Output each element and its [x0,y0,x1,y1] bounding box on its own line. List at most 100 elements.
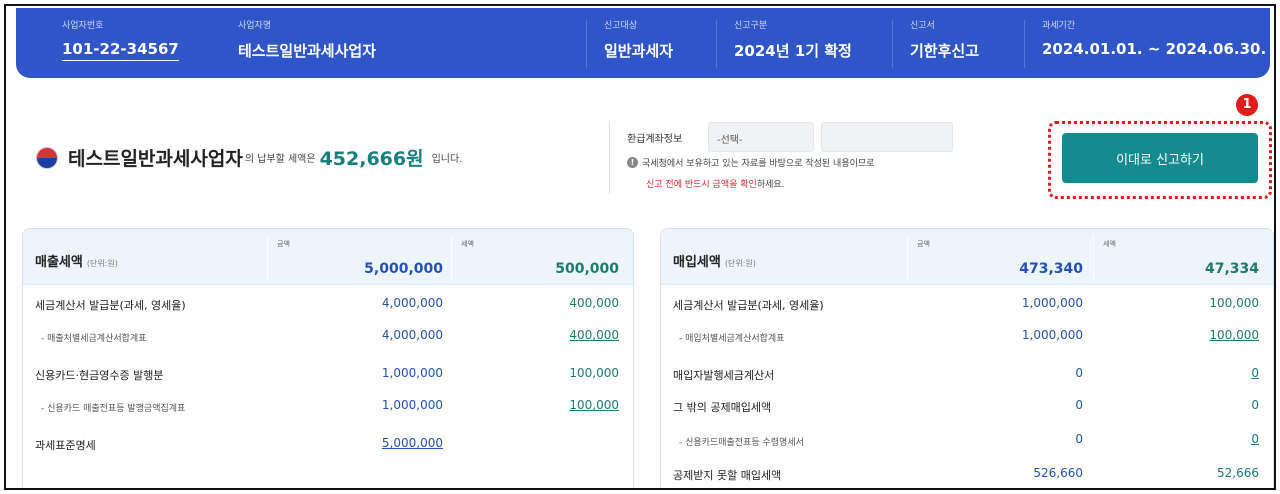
purchase-row-label: 세금계산서 발급분(과세, 영세율) [673,299,824,312]
purchase-row-amount: 1,000,000 [1021,328,1083,342]
notice-line-2: 신고 전에 반드시 금액을 확인하세요. [646,177,785,190]
purchase-row-label: 그 밖의 공제매입세액 [673,401,772,414]
sales-row: 신용카드·현금영수증 발행분 1,000,000 100,000 [23,365,633,385]
sales-row-label: 과세표준명세 [35,439,96,452]
purchase-row-tax: 52,666 [1217,466,1259,480]
purchase-row-tax: 100,000 [1209,296,1259,310]
notice-line-1: ! 국세청에서 보유하고 있는 자료를 바탕으로 작성된 내용이므로 [627,156,874,169]
tax-period-value: 2024.01.01. ~ 2024.06.30. [1042,40,1267,58]
column-divider [267,235,268,279]
purchase-row-tax-link[interactable]: 0 [1251,366,1259,380]
header-report-type: 신고구분 2024년 1기 확정 [734,18,852,61]
bank-select-value: -선택- [717,135,743,146]
report-type-value: 2024년 1기 확정 [734,42,852,60]
sales-row: 세금계산서 발급분(과세, 영세율) 4,000,000 400,000 [23,295,633,315]
summary-tail-text: 입니다. [431,154,463,165]
screenshot-frame: 사업자번호 101-22-34567 사업자명 테스트일반과세사업자 신고대상 … [4,4,1276,490]
sales-row-amount: 1,000,000 [381,398,443,412]
sales-row-tax-link[interactable]: 100,000 [569,398,619,412]
bank-select[interactable]: -선택- [708,122,814,152]
sales-row-label: - 신용카드 매출전표등 발행금액집계표 [41,404,186,414]
column-divider [451,235,452,279]
sales-row-label: - 매출처별세금계산서합계표 [41,334,147,344]
header-report-form: 신고서 기한후신고 [910,18,979,61]
purchase-row: 매입자발행세금계산서 0 0 [661,365,1273,385]
header-divider [716,20,717,68]
purchase-panel-header: 매입세액 (단위:원) 금액 473,340 세액 47,334 [661,229,1273,285]
submit-report-button[interactable]: 이대로 신고하기 [1062,133,1258,183]
sales-row: - 신용카드 매출전표등 발행금액집계표 1,000,000 100,000 [23,397,633,417]
header-tax-period: 과세기간 2024.01.01. ~ 2024.06.30. [1042,18,1266,58]
purchase-title: 매입세액 [673,255,721,270]
purchase-row-amount: 1,000,000 [1021,296,1083,310]
sales-unit: (단위:원) [86,259,118,268]
purchase-row-tax-link[interactable]: 100,000 [1209,328,1259,342]
purchase-row: 그 밖의 공제매입세액 0 0 [661,397,1273,417]
sales-tax-panel: 매출세액 (단위:원) 금액 5,000,000 세액 500,000 세금계산서… [22,228,634,488]
sales-row-tax: 400,000 [569,296,619,310]
sales-amount-header: 금액 [277,240,290,248]
report-info-header: 사업자번호 101-22-34567 사업자명 테스트일반과세사업자 신고대상 … [16,8,1270,78]
purchase-row: - 신용카드매출전표등 수령명세서 0 0 [661,431,1273,451]
sales-title: 매출세액 [35,255,83,270]
purchase-row-label: 공제받지 못할 매입세액 [673,469,782,482]
purchase-tax-header: 세액 [1103,240,1116,248]
purchase-amount-header: 금액 [917,240,930,248]
summary-tax-amount: 452,666원 [319,148,424,170]
header-divider [892,20,893,68]
sales-total-tax: 500,000 [555,261,619,277]
business-no-label: 사업자번호 [62,21,104,31]
header-report-target: 신고대상 일반과세자 [604,18,673,61]
info-icon: ! [627,157,638,168]
business-name-value: 테스트일반과세사업자 [238,42,377,60]
purchase-row: 세금계산서 발급분(과세, 영세율) 1,000,000 100,000 [661,295,1273,315]
sales-row-label: 신용카드·현금영수증 발행분 [35,369,164,382]
sales-panel-title: 매출세액 (단위:원) [35,251,118,270]
report-target-label: 신고대상 [604,21,638,31]
business-name-label: 사업자명 [238,21,272,31]
purchase-unit: (단위:원) [724,259,756,268]
tax-period-label: 과세기간 [1042,21,1076,31]
report-type-label: 신고구분 [734,21,768,31]
sales-row: - 매출처별세금계산서합계표 4,000,000 400,000 [23,327,633,347]
purchase-row-amount: 0 [1075,398,1083,412]
column-divider [1093,235,1094,279]
notice-text: 국세청에서 보유하고 있는 자료를 바탕으로 작성된 내용이므로 [642,159,875,169]
sales-row-amount: 4,000,000 [381,296,443,310]
sales-row-amount: 1,000,000 [381,366,443,380]
business-no-link[interactable]: 101-22-34567 [62,40,179,61]
taegeuk-flag-icon [36,146,58,169]
sales-tax-header: 세액 [461,240,474,248]
refund-account-label: 환급계좌정보 [627,134,683,145]
sales-row-amount-link[interactable]: 5,000,000 [382,436,443,450]
purchase-total-amount: 473,340 [1019,261,1083,277]
report-target-value: 일반과세자 [604,42,674,60]
purchase-row-label: - 매입처별세금계산서합계표 [679,334,785,344]
account-number-input[interactable] [821,122,953,152]
summary-middle-text: 의 납부할 세액은 [244,154,316,165]
summary-company-name: 테스트일반과세사업자 [68,148,243,170]
notice-warning-text: 신고 전에 반드시 금액을 확인 [646,180,757,190]
header-divider [586,20,587,68]
purchase-row-tax-link[interactable]: 0 [1251,432,1259,446]
purchase-row-amount: 0 [1075,432,1083,446]
header-business-no: 사업자번호 101-22-34567 [62,18,179,61]
sales-row: 과세표준명세 5,000,000 [23,435,633,455]
sales-total-amount: 5,000,000 [364,261,443,277]
report-form-value: 기한후신고 [910,42,980,60]
sales-panel-header: 매출세액 (단위:원) 금액 5,000,000 세액 500,000 [23,229,633,285]
sales-row-amount: 4,000,000 [381,328,443,342]
sales-row-label: 세금계산서 발급분(과세, 영세율) [35,299,186,312]
purchase-row-tax: 0 [1251,398,1259,412]
header-divider [1024,20,1025,68]
step-badge: 1 [1236,94,1258,116]
header-business-name: 사업자명 테스트일반과세사업자 [238,18,376,61]
purchase-row-amount: 0 [1075,366,1083,380]
purchase-row: 공제받지 못할 매입세액 526,660 52,666 [661,465,1273,485]
purchase-row: - 매입처별세금계산서합계표 1,000,000 100,000 [661,327,1273,347]
purchase-row-label: - 신용카드매출전표등 수령명세서 [679,438,804,448]
sales-row-tax-link[interactable]: 400,000 [569,328,619,342]
purchase-row-amount: 526,660 [1033,466,1083,480]
report-form-label: 신고서 [910,21,935,31]
notice-tail-text: 하세요. [756,180,785,190]
